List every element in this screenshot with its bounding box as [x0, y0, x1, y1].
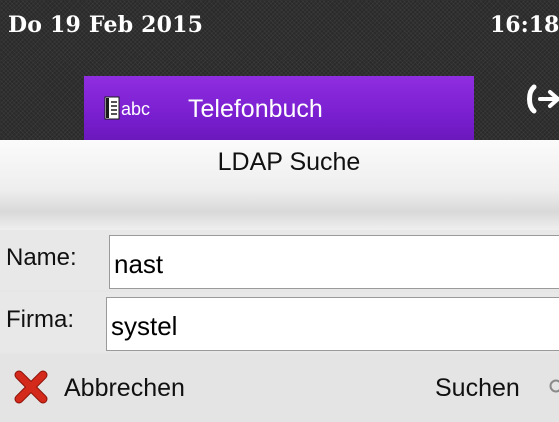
name-field-value: nast [114, 249, 164, 279]
search-label: Suchen [435, 374, 520, 402]
firma-field-value: systel [111, 311, 178, 341]
tab-bar: abc Telefonbuch [0, 60, 559, 140]
firma-field[interactable]: systel [106, 297, 559, 351]
status-bar: Do 19 Feb 2015 16:18 [0, 0, 559, 60]
search-button[interactable]: Suchen [420, 364, 559, 410]
tab-label: Telefonbuch [188, 95, 323, 123]
phonebook-icon: abc [104, 96, 150, 120]
firma-row: Firma: systel [0, 292, 559, 352]
softkey-bar: Abbrechen Suchen [0, 354, 559, 422]
page-title: LDAP Suche [217, 148, 361, 176]
status-date: Do 19 Feb 2015 [8, 12, 204, 38]
cancel-label: Abbrechen [64, 374, 185, 402]
name-label: Name: [6, 244, 77, 271]
name-row: Name: nast [0, 230, 559, 290]
cancel-button[interactable]: Abbrechen [0, 364, 230, 410]
title-panel: LDAP Suche [0, 140, 559, 230]
phone-icon[interactable] [524, 82, 559, 116]
name-field[interactable]: nast [109, 235, 559, 289]
firma-label: Firma: [6, 306, 74, 333]
close-icon [14, 370, 48, 404]
tab-telefonbuch[interactable]: abc Telefonbuch [84, 76, 474, 140]
status-time: 16:18 [490, 12, 559, 38]
search-icon [549, 379, 559, 393]
phonebook-icon-text: abc [121, 99, 150, 119]
